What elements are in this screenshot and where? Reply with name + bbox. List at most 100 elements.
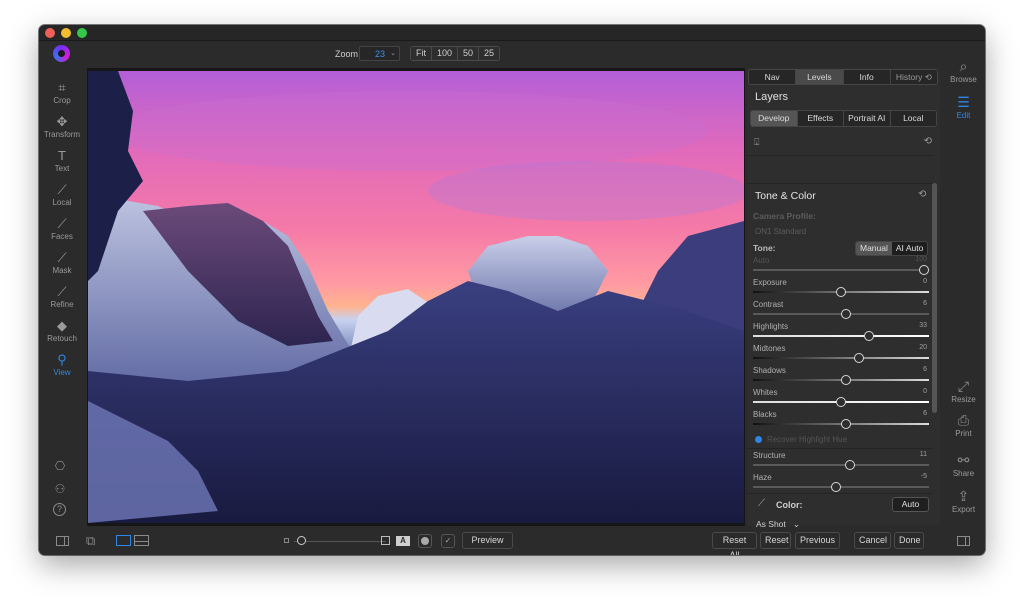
image-canvas[interactable] (87, 68, 745, 526)
tool-text[interactable]: T Text (39, 145, 85, 179)
slider-track[interactable] (753, 357, 929, 359)
slider-thumb[interactable] (864, 331, 875, 341)
slider-contrast[interactable]: Contrast 6 (753, 300, 929, 320)
slider-thumb[interactable] (844, 460, 855, 470)
tab-info[interactable]: Info (843, 70, 891, 84)
zoom-25-button[interactable]: 25 (479, 47, 500, 60)
tool-crop[interactable]: ⌗ Crop (39, 77, 85, 111)
rail-export[interactable]: ⇪ Export (942, 488, 985, 514)
reset-button[interactable]: Reset (760, 532, 791, 549)
tool-faces[interactable]: ⟋ Faces (39, 213, 85, 247)
tool-retouch[interactable]: ◆ Retouch (39, 315, 85, 349)
slider-track[interactable] (753, 486, 929, 488)
minimize-window-button[interactable] (61, 28, 71, 38)
slider-thumb[interactable] (297, 536, 306, 545)
layers-settings-icon[interactable]: ⎔ (51, 457, 69, 475)
slider-label: Haze (753, 473, 772, 482)
reset-icon[interactable]: ⟲ (924, 136, 932, 147)
maximize-window-button[interactable] (77, 28, 87, 38)
slider-blacks[interactable]: Blacks 6 (753, 410, 929, 430)
help-icon[interactable]: ? (53, 503, 66, 516)
slider-label: Exposure (753, 278, 787, 287)
tool-label: Refine (50, 300, 74, 309)
zoom-fit-button[interactable]: Fit (411, 47, 432, 60)
tool-refine[interactable]: ⟋ Refine (39, 281, 85, 315)
rail-resize[interactable]: ⤢ Resize (942, 378, 985, 404)
tool-mask[interactable]: ⟋ Mask (39, 247, 85, 281)
zoom-50-button[interactable]: 50 (458, 47, 480, 60)
text-icon: T (58, 148, 66, 163)
compare-view-icon[interactable] (134, 535, 149, 546)
rail-edit[interactable]: ☰ Edit (942, 94, 985, 120)
slider-shadows[interactable]: Shadows 6 (753, 366, 929, 386)
layer-tabs: Develop Effects Portrait AI Local (750, 110, 937, 127)
rail-print[interactable]: ⎙ Print (942, 412, 985, 438)
color-label: Color: (776, 500, 803, 510)
photo-yosemite-valley[interactable] (88, 71, 744, 523)
thumbnail-size-slider[interactable] (294, 541, 386, 542)
soft-proof-button[interactable]: ✓ (441, 534, 455, 548)
slider-track[interactable] (753, 464, 929, 466)
tone-ai-auto-button[interactable]: AI Auto (891, 242, 928, 255)
auto-button[interactable]: A (396, 536, 410, 546)
slider-track[interactable] (753, 335, 929, 337)
single-view-icon[interactable] (116, 535, 131, 546)
tool-label: Retouch (47, 334, 77, 343)
user-icon[interactable]: ⚇ (51, 480, 69, 498)
tab-effects[interactable]: Effects (797, 111, 844, 126)
mask-view-button[interactable] (418, 534, 432, 548)
slider-thumb[interactable] (841, 375, 852, 385)
tab-portrait-ai[interactable]: Portrait AI (844, 111, 891, 126)
recover-highlight-hue-toggle[interactable]: Recover Highlight Hue (755, 435, 847, 444)
rail-browse[interactable]: ⌕ Browse (942, 58, 985, 84)
panel-scrollbar[interactable] (932, 183, 937, 413)
slider-thumb[interactable] (841, 309, 852, 319)
slider-structure[interactable]: Structure 11 (753, 451, 929, 471)
slider-track[interactable] (753, 269, 929, 271)
tone-manual-button[interactable]: Manual (856, 242, 892, 255)
color-auto-button[interactable]: Auto (892, 497, 929, 512)
slider-exposure[interactable]: Exposure 0 (753, 278, 929, 298)
preview-button[interactable]: Preview (462, 532, 513, 549)
slider-thumb[interactable] (918, 265, 929, 275)
zoom-100-button[interactable]: 100 (432, 47, 459, 60)
tab-nav[interactable]: Nav (749, 70, 797, 84)
eyedropper-icon[interactable]: ⟋ (758, 498, 765, 509)
slider-midtones[interactable]: Midtones 20 (753, 344, 929, 364)
rail-label: Browse (950, 75, 977, 84)
cancel-button[interactable]: Cancel (854, 532, 891, 549)
slider-thumb[interactable] (836, 287, 846, 297)
tab-history[interactable]: History ⟲ (890, 70, 937, 84)
previous-button[interactable]: Previous (795, 532, 840, 549)
slider-haze[interactable]: Haze -5 (753, 473, 929, 493)
filmstrip-icon[interactable]: ⧉ (86, 533, 95, 549)
slider-thumb[interactable] (836, 397, 846, 407)
tone-mode-toggle: Manual AI Auto (855, 241, 929, 256)
app-logo-icon[interactable] (53, 45, 70, 62)
close-window-button[interactable] (45, 28, 55, 38)
slider-auto[interactable]: Auto 100 (753, 256, 929, 276)
done-button[interactable]: Done (894, 532, 924, 549)
toggle-left-panel-icon[interactable] (56, 536, 69, 546)
slider-thumb[interactable] (830, 482, 841, 492)
slider-value: 100 (915, 256, 927, 263)
rail-label: Edit (956, 111, 971, 120)
slider-thumb[interactable] (841, 419, 852, 429)
save-preset-icon[interactable]: ⍗ (754, 137, 759, 148)
slider-whites[interactable]: Whites 0 (753, 388, 929, 408)
tool-label: Text (54, 164, 70, 173)
rail-share[interactable]: ⚯ Share (942, 452, 985, 478)
tool-view[interactable]: ⚲ View (39, 349, 85, 383)
toggle-right-panel-icon[interactable] (957, 536, 970, 546)
slider-highlights[interactable]: Highlights 33 (753, 322, 929, 342)
slider-thumb[interactable] (853, 353, 864, 363)
zoom-select[interactable]: 23 ⌄ (359, 46, 400, 61)
tool-transform[interactable]: ✥ Transform (39, 111, 85, 145)
tool-local[interactable]: ⟋ Local (39, 179, 85, 213)
tone-color-reset-icon[interactable]: ⟲ (918, 189, 926, 200)
reset-all-button[interactable]: Reset All (712, 532, 757, 555)
camera-profile-label: Camera Profile: (753, 211, 816, 221)
tab-levels[interactable]: Levels (796, 70, 844, 84)
tab-local[interactable]: Local (890, 111, 936, 126)
tab-develop[interactable]: Develop (751, 111, 798, 126)
